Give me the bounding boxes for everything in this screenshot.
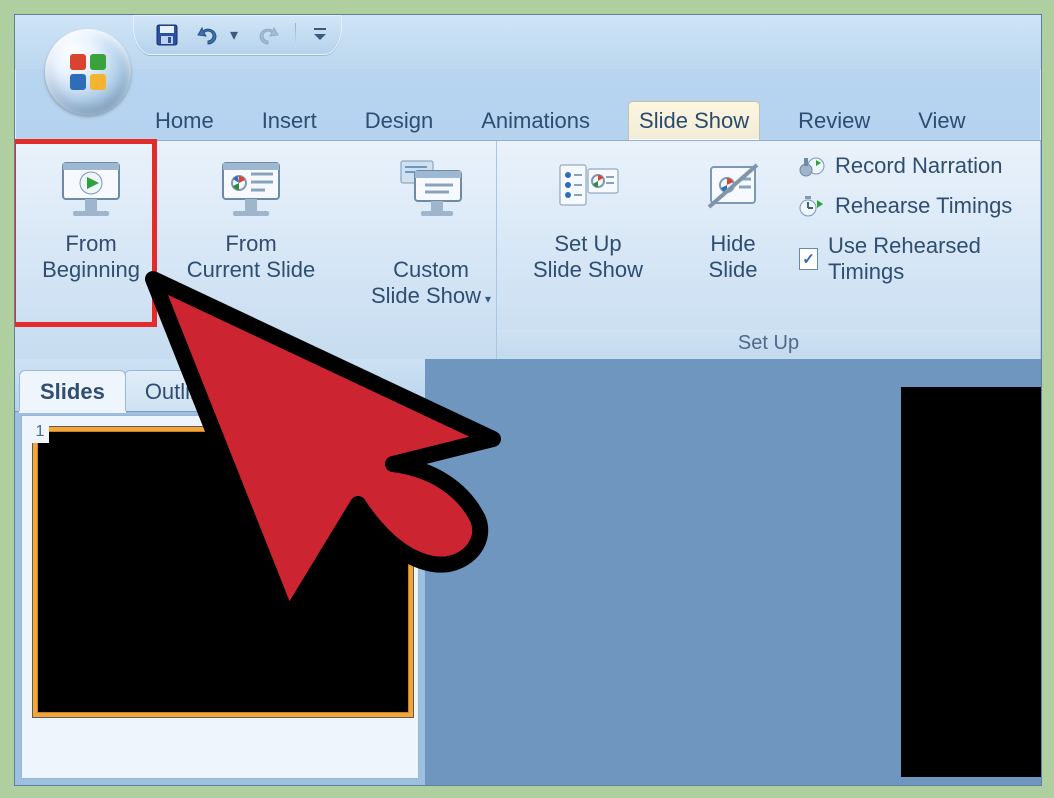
slides-sidebar: Slides Outline 1 [15, 359, 425, 785]
use-rehearsed-timings-checkbox[interactable]: ✓ Use Rehearsed Timings [799, 233, 1028, 285]
hide-slide-icon [697, 153, 769, 225]
custom-slide-show-icon [395, 153, 467, 225]
from-current-slide-label: From Current Slide [187, 231, 315, 283]
customize-qat-icon [312, 26, 328, 44]
tab-design[interactable]: Design [355, 102, 443, 140]
record-narration-button[interactable]: Record Narration [799, 153, 1028, 179]
from-current-slide-icon [215, 153, 287, 225]
use-rehearsed-timings-label: Use Rehearsed Timings [828, 233, 1028, 285]
set-up-slide-show-label: Set Up Slide Show [533, 231, 643, 283]
from-beginning-button[interactable]: From Beginning [21, 147, 161, 287]
rehearse-timings-icon [799, 194, 825, 218]
tab-slide-show[interactable]: Slide Show [628, 101, 760, 140]
record-narration-icon [799, 154, 825, 178]
setup-options: Record Narration Rehearse Timings [793, 147, 1034, 285]
title-bar: ▾ [15, 15, 1041, 69]
qat-separator [295, 23, 296, 47]
from-beginning-icon [55, 153, 127, 225]
slide-thumbnail-number: 1 [31, 423, 49, 443]
ribbon-tabs: Home Insert Design Animations Slide Show… [15, 101, 1041, 141]
slide-thumbnail-1[interactable]: 1 [32, 426, 414, 718]
slide-thumbnail-strip: 1 [21, 415, 419, 779]
hide-slide-button[interactable]: Hide Slide [673, 147, 793, 287]
office-logo-icon [66, 50, 110, 94]
tab-animations[interactable]: Animations [471, 102, 600, 140]
from-beginning-label: From Beginning [42, 231, 140, 283]
record-narration-label: Record Narration [835, 153, 1003, 179]
rehearse-timings-label: Rehearse Timings [835, 193, 1012, 219]
sidebar-tabs: Slides Outline [15, 359, 425, 412]
undo-icon [196, 24, 222, 46]
office-button[interactable] [45, 29, 131, 115]
sidebar-tab-outline[interactable]: Outline [124, 370, 236, 411]
redo-button[interactable] [253, 21, 281, 49]
undo-button[interactable] [195, 21, 223, 49]
tab-review[interactable]: Review [788, 102, 880, 140]
from-current-slide-button[interactable]: From Current Slide [161, 147, 341, 287]
ribbon: From Beginning [15, 141, 1041, 360]
redo-icon [254, 24, 280, 46]
tab-insert[interactable]: Insert [252, 102, 327, 140]
save-icon [155, 23, 179, 47]
tab-view[interactable]: View [908, 102, 975, 140]
dropdown-caret-icon: ▾ [485, 292, 491, 306]
tab-home[interactable]: Home [145, 102, 224, 140]
hide-slide-label: Hide Slide [709, 231, 758, 283]
sidebar-tab-slides[interactable]: Slides [19, 370, 126, 411]
ribbon-group-start: From Beginning [15, 141, 497, 359]
ribbon-group-setup: Set Up Slide Show [497, 141, 1041, 359]
custom-slide-show-button[interactable]: Custom Slide Show▾ [341, 147, 521, 316]
slide-editor[interactable] [425, 359, 1041, 785]
slide-canvas[interactable] [901, 387, 1041, 777]
set-up-slide-show-icon [552, 153, 624, 225]
quick-access-toolbar: ▾ [133, 15, 342, 55]
powerpoint-window: ▾ [14, 14, 1042, 786]
custom-slide-show-label: Custom Slide Show▾ [371, 231, 491, 312]
save-button[interactable] [153, 21, 181, 49]
group-label-setup: Set Up [497, 330, 1040, 357]
checkbox-icon: ✓ [799, 248, 818, 270]
rehearse-timings-button[interactable]: Rehearse Timings [799, 193, 1028, 219]
lower-area: Slides Outline 1 [15, 359, 1041, 785]
set-up-slide-show-button[interactable]: Set Up Slide Show [503, 147, 673, 287]
customize-qat-button[interactable] [310, 21, 330, 49]
undo-dropdown[interactable]: ▾ [229, 21, 239, 49]
